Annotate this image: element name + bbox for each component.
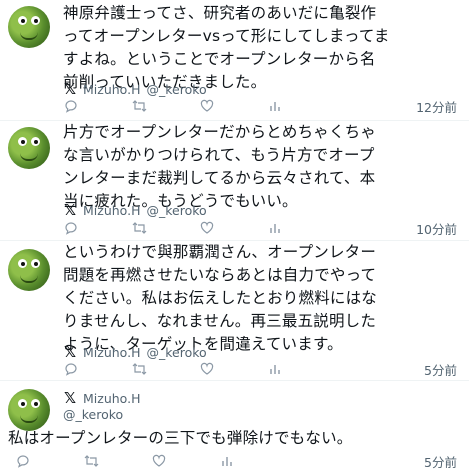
post-actions: [63, 220, 459, 236]
post-text: というわけで與那覇潤さん、オープンレター 問題を再燃させたいならあとは自力でやっ…: [63, 241, 463, 356]
like-icon[interactable]: [199, 98, 215, 114]
repost-icon[interactable]: [131, 220, 147, 236]
x-logo-icon: 𝕏: [63, 343, 77, 361]
like-icon[interactable]: [199, 361, 215, 377]
reply-icon[interactable]: [63, 361, 79, 377]
post-4[interactable]: 𝕏 Mizuho.H @_keroko 私はオープンレターの三下でも弾除けでもな…: [0, 381, 469, 470]
stats-icon[interactable]: [267, 98, 283, 114]
post-line: な言いがかりつけられて、もう片方でオープ: [63, 146, 375, 164]
like-icon[interactable]: [199, 220, 215, 236]
post-line: りませんし、なれません。再三最五説明した: [63, 312, 377, 330]
quote-name: Mizuho.H: [83, 81, 141, 97]
quote-name: Mizuho.H: [83, 202, 141, 218]
reply-icon[interactable]: [15, 453, 31, 469]
author-name: Mizuho.H: [83, 390, 141, 406]
author-handle-row: @_keroko: [63, 407, 123, 422]
quote-handle: @_keroko: [146, 202, 207, 218]
quote-handle: @_keroko: [146, 81, 207, 97]
repost-icon[interactable]: [131, 361, 147, 377]
post-2[interactable]: 片方でオープンレターだからとめちゃくちゃ な言いがかりつけられて、もう片方でオー…: [0, 121, 469, 240]
stats-icon[interactable]: [219, 453, 235, 469]
post-line: 片方でオープンレターだからとめちゃくちゃ: [63, 123, 377, 141]
timestamp: 10分前: [416, 222, 457, 237]
quote-source[interactable]: 𝕏 Mizuho.H @_keroko: [63, 343, 207, 361]
post-line: ください。私はお伝えしたとおり燃料にはな: [63, 289, 378, 307]
author-row[interactable]: 𝕏 Mizuho.H: [63, 389, 141, 407]
stats-icon[interactable]: [267, 220, 283, 236]
post-1[interactable]: 神原弁護士ってさ、研究者のあいだに亀裂作 ってオープンレターvsって形にしてしま…: [0, 0, 469, 120]
post-actions: [63, 361, 459, 377]
avatar[interactable]: [8, 249, 50, 291]
reply-icon[interactable]: [63, 98, 79, 114]
avatar[interactable]: [8, 389, 50, 431]
post-text: 片方でオープンレターだからとめちゃくちゃ な言いがかりつけられて、もう片方でオー…: [63, 121, 463, 213]
quote-source[interactable]: 𝕏 Mizuho.H @_keroko: [63, 201, 207, 219]
post-actions: [15, 453, 459, 469]
post-line: 問題を再燃させたいならあとは自力でやって: [63, 266, 377, 284]
post-line: 私はオープンレターの三下でも弾除けでもない。: [8, 429, 353, 447]
quote-source[interactable]: 𝕏 Mizuho.H @_keroko: [63, 80, 207, 98]
post-actions: [63, 98, 459, 114]
x-logo-icon: 𝕏: [63, 80, 77, 98]
timestamp: 5分前: [424, 363, 457, 378]
x-logo-icon: 𝕏: [63, 201, 77, 219]
repost-icon[interactable]: [131, 98, 147, 114]
timestamp: 12分前: [416, 100, 457, 115]
post-text: 私はオープンレターの三下でも弾除けでもない。: [8, 427, 463, 450]
quote-handle: @_keroko: [146, 344, 207, 360]
repost-icon[interactable]: [83, 453, 99, 469]
reply-icon[interactable]: [63, 220, 79, 236]
like-icon[interactable]: [151, 453, 167, 469]
timestamp: 5分前: [424, 455, 457, 470]
avatar[interactable]: [8, 6, 50, 48]
quote-name: Mizuho.H: [83, 344, 141, 360]
stats-icon[interactable]: [267, 361, 283, 377]
post-line: ンレターまだ裁判してるから云々されて、本: [63, 169, 376, 187]
post-line: ってオープンレターvsって形にしてしまってま: [63, 27, 390, 45]
post-3[interactable]: というわけで與那覇潤さん、オープンレター 問題を再燃させたいならあとは自力でやっ…: [0, 241, 469, 379]
author-handle: @_keroko: [63, 407, 124, 422]
post-line: すよね。ということでオープンレターから名: [63, 50, 376, 68]
x-logo-icon: 𝕏: [63, 389, 77, 407]
post-line: 神原弁護士ってさ、研究者のあいだに亀裂作: [63, 4, 377, 22]
post-line: というわけで與那覇潤さん、オープンレター: [63, 243, 377, 261]
avatar[interactable]: [8, 127, 50, 169]
